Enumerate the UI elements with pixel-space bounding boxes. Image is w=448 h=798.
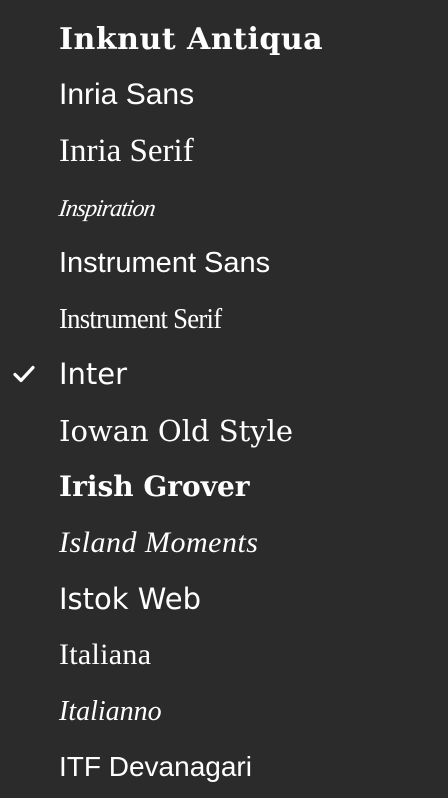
font-item-inspiration[interactable]: Inspiration (0, 181, 448, 237)
font-item-label: Irish Grover (59, 470, 250, 503)
font-item-label: Inspiration (57, 196, 157, 222)
font-item-inria-serif[interactable]: Inria Serif (0, 123, 448, 179)
font-item-label: Italiana (59, 638, 152, 671)
font-item-label: Inria Serif (59, 132, 194, 169)
font-item-label: Istok Web (59, 581, 202, 616)
font-item-italiana[interactable]: Italiana (0, 627, 448, 683)
font-item-instrument-sans[interactable]: Instrument Sans (0, 235, 448, 291)
font-item-label: Island Moments (59, 526, 259, 559)
font-item-label: Inknut Antiqua (59, 22, 324, 57)
font-item-label: Inter (59, 356, 128, 391)
font-item-instrument-serif[interactable]: Instrument Serif (0, 291, 448, 347)
font-item-istok-web[interactable]: Istok Web (0, 571, 448, 627)
font-item-itf-devanagari[interactable]: ITF Devanagari (0, 739, 448, 795)
font-item-italianno[interactable]: Italianno (0, 684, 448, 740)
font-item-label: Inria Sans (59, 78, 195, 111)
font-item-label: ITF Devanagari (59, 751, 252, 782)
font-item-inria-sans[interactable]: Inria Sans (0, 67, 448, 123)
font-item-iowan-old-style[interactable]: Iowan Old Style (0, 403, 448, 459)
font-item-label: Italianno (59, 696, 162, 727)
font-item-label: Iowan Old Style (59, 413, 294, 448)
font-menu: Inknut Antiqua Inria Sans Inria Serif In… (0, 0, 448, 798)
font-item-label: Instrument Serif (59, 302, 222, 335)
font-item-inknut-antiqua[interactable]: Inknut Antiqua (0, 12, 448, 68)
checkmark-icon (13, 365, 35, 383)
font-item-label: Instrument Sans (59, 246, 271, 279)
font-item-island-moments[interactable]: Island Moments (0, 515, 448, 571)
font-item-irish-grover[interactable]: Irish Grover (0, 459, 448, 515)
font-item-inter[interactable]: Inter (0, 346, 448, 402)
